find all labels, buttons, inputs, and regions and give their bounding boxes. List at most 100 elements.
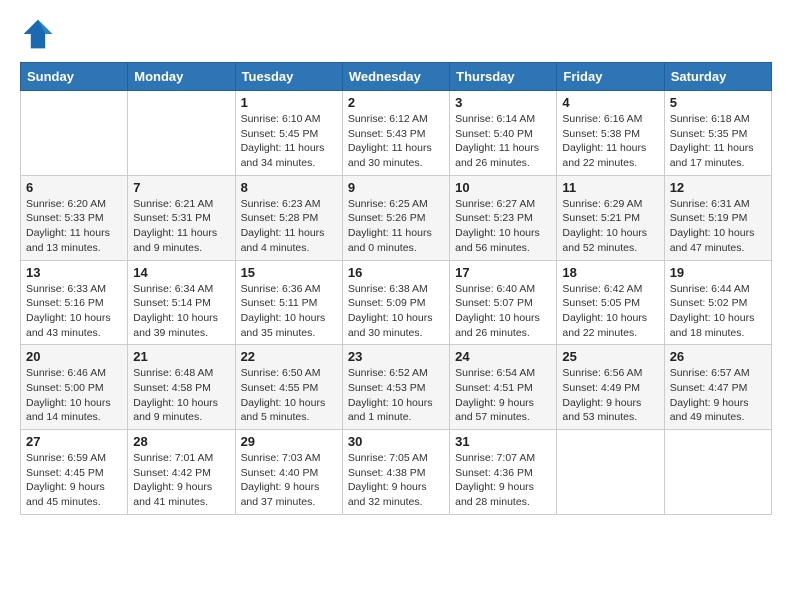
- day-detail: Sunrise: 6:44 AMSunset: 5:02 PMDaylight:…: [670, 282, 766, 341]
- day-cell: 27 Sunrise: 6:59 AMSunset: 4:45 PMDayligh…: [21, 430, 128, 515]
- day-number: 25: [562, 349, 658, 364]
- day-cell: 12 Sunrise: 6:31 AMSunset: 5:19 PMDayligh…: [664, 175, 771, 260]
- day-number: 1: [241, 95, 337, 110]
- day-cell: 4 Sunrise: 6:16 AMSunset: 5:38 PMDaylight…: [557, 91, 664, 176]
- day-detail: Sunrise: 6:31 AMSunset: 5:19 PMDaylight:…: [670, 197, 766, 256]
- day-number: 21: [133, 349, 229, 364]
- page: SundayMondayTuesdayWednesdayThursdayFrid…: [0, 0, 792, 531]
- day-detail: Sunrise: 6:38 AMSunset: 5:09 PMDaylight:…: [348, 282, 444, 341]
- day-number: 16: [348, 265, 444, 280]
- week-row-3: 13 Sunrise: 6:33 AMSunset: 5:16 PMDayligh…: [21, 260, 772, 345]
- day-number: 7: [133, 180, 229, 195]
- week-row-4: 20Sunrise: 6:46 AMSunset: 5:00 PMDayligh…: [21, 345, 772, 430]
- day-number: 4: [562, 95, 658, 110]
- day-cell: 10Sunrise: 6:27 AMSunset: 5:23 PMDayligh…: [450, 175, 557, 260]
- header: [20, 16, 772, 52]
- day-detail: Sunrise: 6:50 AMSunset: 4:55 PMDaylight:…: [241, 366, 337, 425]
- day-number: 23: [348, 349, 444, 364]
- day-cell: 5Sunrise: 6:18 AMSunset: 5:35 PMDaylight…: [664, 91, 771, 176]
- day-cell: 28Sunrise: 7:01 AMSunset: 4:42 PMDayligh…: [128, 430, 235, 515]
- day-cell: 25 Sunrise: 6:56 AMSunset: 4:49 PMDayligh…: [557, 345, 664, 430]
- day-cell: 18 Sunrise: 6:42 AMSunset: 5:05 PMDayligh…: [557, 260, 664, 345]
- day-number: 29: [241, 434, 337, 449]
- day-number: 20: [26, 349, 122, 364]
- day-cell: 14 Sunrise: 6:34 AMSunset: 5:14 PMDayligh…: [128, 260, 235, 345]
- day-detail: Sunrise: 6:20 AMSunset: 5:33 PMDaylight:…: [26, 197, 122, 256]
- day-cell: 15 Sunrise: 6:36 AMSunset: 5:11 PMDayligh…: [235, 260, 342, 345]
- day-cell: [664, 430, 771, 515]
- weekday-header-wednesday: Wednesday: [342, 63, 449, 91]
- day-detail: Sunrise: 6:42 AMSunset: 5:05 PMDaylight:…: [562, 282, 658, 341]
- day-cell: [557, 430, 664, 515]
- day-cell: 31 Sunrise: 7:07 AMSunset: 4:36 PMDayligh…: [450, 430, 557, 515]
- day-cell: 17 Sunrise: 6:40 AMSunset: 5:07 PMDayligh…: [450, 260, 557, 345]
- weekday-header-friday: Friday: [557, 63, 664, 91]
- day-detail: Sunrise: 6:16 AMSunset: 5:38 PMDaylight:…: [562, 112, 658, 171]
- day-cell: 24 Sunrise: 6:54 AMSunset: 4:51 PMDayligh…: [450, 345, 557, 430]
- day-detail: Sunrise: 6:33 AMSunset: 5:16 PMDaylight:…: [26, 282, 122, 341]
- day-cell: 26 Sunrise: 6:57 AMSunset: 4:47 PMDayligh…: [664, 345, 771, 430]
- day-number: 18: [562, 265, 658, 280]
- day-detail: Sunrise: 6:18 AMSunset: 5:35 PMDaylight:…: [670, 112, 766, 171]
- day-cell: 7 Sunrise: 6:21 AMSunset: 5:31 PMDaylight…: [128, 175, 235, 260]
- day-detail: Sunrise: 7:01 AMSunset: 4:42 PMDaylight:…: [133, 451, 229, 510]
- day-detail: Sunrise: 7:07 AMSunset: 4:36 PMDaylight:…: [455, 451, 551, 510]
- day-cell: 3Sunrise: 6:14 AMSunset: 5:40 PMDaylight…: [450, 91, 557, 176]
- day-cell: 19 Sunrise: 6:44 AMSunset: 5:02 PMDayligh…: [664, 260, 771, 345]
- day-detail: Sunrise: 6:57 AMSunset: 4:47 PMDaylight:…: [670, 366, 766, 425]
- day-detail: Sunrise: 6:40 AMSunset: 5:07 PMDaylight:…: [455, 282, 551, 341]
- day-cell: 6Sunrise: 6:20 AMSunset: 5:33 PMDaylight…: [21, 175, 128, 260]
- day-number: 19: [670, 265, 766, 280]
- day-number: 27: [26, 434, 122, 449]
- day-detail: Sunrise: 6:21 AMSunset: 5:31 PMDaylight:…: [133, 197, 229, 256]
- day-detail: Sunrise: 6:12 AMSunset: 5:43 PMDaylight:…: [348, 112, 444, 171]
- day-cell: 2 Sunrise: 6:12 AMSunset: 5:43 PMDaylight…: [342, 91, 449, 176]
- day-cell: 30 Sunrise: 7:05 AMSunset: 4:38 PMDayligh…: [342, 430, 449, 515]
- day-detail: Sunrise: 6:36 AMSunset: 5:11 PMDaylight:…: [241, 282, 337, 341]
- day-cell: 13 Sunrise: 6:33 AMSunset: 5:16 PMDayligh…: [21, 260, 128, 345]
- weekday-header-saturday: Saturday: [664, 63, 771, 91]
- day-detail: Sunrise: 6:48 AMSunset: 4:58 PMDaylight:…: [133, 366, 229, 425]
- weekday-header-tuesday: Tuesday: [235, 63, 342, 91]
- day-number: 10: [455, 180, 551, 195]
- day-number: 24: [455, 349, 551, 364]
- day-detail: Sunrise: 7:05 AMSunset: 4:38 PMDaylight:…: [348, 451, 444, 510]
- logo-icon: [20, 16, 56, 52]
- day-number: 12: [670, 180, 766, 195]
- day-detail: Sunrise: 6:56 AMSunset: 4:49 PMDaylight:…: [562, 366, 658, 425]
- week-row-2: 6Sunrise: 6:20 AMSunset: 5:33 PMDaylight…: [21, 175, 772, 260]
- weekday-header-row: SundayMondayTuesdayWednesdayThursdayFrid…: [21, 63, 772, 91]
- weekday-header-monday: Monday: [128, 63, 235, 91]
- day-number: 14: [133, 265, 229, 280]
- day-number: 11: [562, 180, 658, 195]
- day-number: 9: [348, 180, 444, 195]
- day-cell: 1 Sunrise: 6:10 AMSunset: 5:45 PMDaylight…: [235, 91, 342, 176]
- day-number: 17: [455, 265, 551, 280]
- week-row-1: 1 Sunrise: 6:10 AMSunset: 5:45 PMDaylight…: [21, 91, 772, 176]
- day-cell: 8 Sunrise: 6:23 AMSunset: 5:28 PMDaylight…: [235, 175, 342, 260]
- day-number: 22: [241, 349, 337, 364]
- day-cell: 9 Sunrise: 6:25 AMSunset: 5:26 PMDaylight…: [342, 175, 449, 260]
- day-number: 26: [670, 349, 766, 364]
- day-detail: Sunrise: 6:10 AMSunset: 5:45 PMDaylight:…: [241, 112, 337, 171]
- weekday-header-thursday: Thursday: [450, 63, 557, 91]
- day-number: 2: [348, 95, 444, 110]
- day-detail: Sunrise: 6:25 AMSunset: 5:26 PMDaylight:…: [348, 197, 444, 256]
- day-detail: Sunrise: 6:23 AMSunset: 5:28 PMDaylight:…: [241, 197, 337, 256]
- day-detail: Sunrise: 6:54 AMSunset: 4:51 PMDaylight:…: [455, 366, 551, 425]
- day-number: 3: [455, 95, 551, 110]
- calendar-table: SundayMondayTuesdayWednesdayThursdayFrid…: [20, 62, 772, 515]
- day-detail: Sunrise: 7:03 AMSunset: 4:40 PMDaylight:…: [241, 451, 337, 510]
- day-cell: 29 Sunrise: 7:03 AMSunset: 4:40 PMDayligh…: [235, 430, 342, 515]
- day-number: 15: [241, 265, 337, 280]
- day-detail: Sunrise: 6:59 AMSunset: 4:45 PMDaylight:…: [26, 451, 122, 510]
- day-number: 31: [455, 434, 551, 449]
- day-cell: 22 Sunrise: 6:50 AMSunset: 4:55 PMDayligh…: [235, 345, 342, 430]
- day-number: 13: [26, 265, 122, 280]
- day-cell: 21 Sunrise: 6:48 AMSunset: 4:58 PMDayligh…: [128, 345, 235, 430]
- day-number: 30: [348, 434, 444, 449]
- day-detail: Sunrise: 6:34 AMSunset: 5:14 PMDaylight:…: [133, 282, 229, 341]
- day-number: 8: [241, 180, 337, 195]
- day-cell: 11Sunrise: 6:29 AMSunset: 5:21 PMDayligh…: [557, 175, 664, 260]
- day-cell: 23Sunrise: 6:52 AMSunset: 4:53 PMDayligh…: [342, 345, 449, 430]
